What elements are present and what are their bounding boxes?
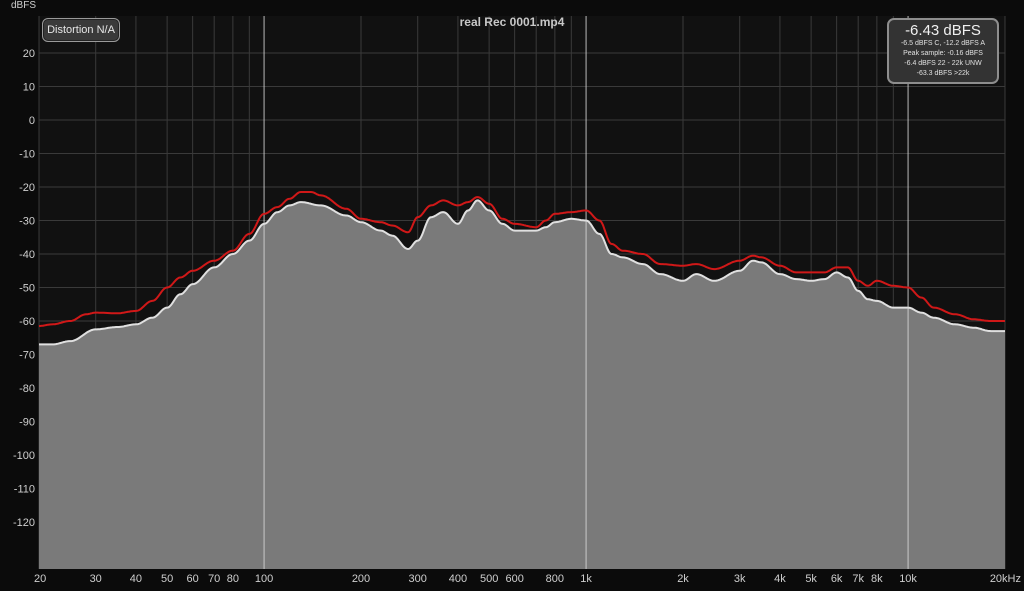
y-tick-label: -30 <box>19 216 35 228</box>
y-tick-label: -50 <box>19 283 35 295</box>
level-readout-panel: -6.43 dBFS -6.5 dBFS C, -12.2 dBFS A Pea… <box>887 18 999 84</box>
x-tick-label: 300 <box>409 573 427 585</box>
y-tick-label: -60 <box>19 316 35 328</box>
y-tick-label: -40 <box>19 249 35 261</box>
y-tick-label: -90 <box>19 417 35 429</box>
y-tick-label: -70 <box>19 350 35 362</box>
x-tick-label: 60 <box>187 573 199 585</box>
spectrum-chart: 20100-10-20-30-40-50-60-70-80-90-100-110… <box>13 16 1021 585</box>
x-tick-label: 600 <box>505 573 523 585</box>
x-tick-label: 20kHz <box>990 573 1021 585</box>
y-tick-label: -120 <box>13 517 35 529</box>
x-tick-label: 400 <box>449 573 467 585</box>
x-tick-label: 800 <box>546 573 564 585</box>
level-readout-line: -63.3 dBFS >22k <box>916 70 970 77</box>
x-tick-label: 1k <box>580 573 592 585</box>
y-tick-label: -80 <box>19 383 35 395</box>
level-readout-line: -6.4 dBFS 22 - 22k UNW <box>904 60 982 67</box>
x-tick-label: 80 <box>227 573 239 585</box>
x-tick-label: 7k <box>852 573 864 585</box>
y-tick-label: -10 <box>19 149 35 161</box>
x-tick-label: 30 <box>90 573 102 585</box>
x-tick-label: 6k <box>831 573 843 585</box>
x-tick-label: 2k <box>677 573 689 585</box>
x-tick-label: 4k <box>774 573 786 585</box>
x-tick-label: 40 <box>130 573 142 585</box>
level-readout-line: Peak sample: -0.16 dBFS <box>903 50 983 57</box>
y-tick-label: 10 <box>23 82 35 94</box>
x-axis-ticks: 20 30 40 50 60 70 80 100 200 300 400 500 600 800 1k 2k 3… <box>34 573 1021 585</box>
x-tick-label: 20 <box>34 573 46 585</box>
y-tick-label: 20 <box>23 48 35 60</box>
x-tick-label: 50 <box>161 573 173 585</box>
level-readout-line: -6.5 dBFS C, -12.2 dBFS A <box>900 40 986 47</box>
x-tick-label: 3k <box>734 573 746 585</box>
y-tick-label: -110 <box>14 484 35 496</box>
x-tick-label: 200 <box>352 573 370 585</box>
x-tick-label: 70 <box>208 573 220 585</box>
x-tick-label: 10k <box>899 573 917 585</box>
x-tick-label: 500 <box>480 573 498 585</box>
x-tick-label: 5k <box>805 573 817 585</box>
x-tick-label: 8k <box>871 573 883 585</box>
distortion-button[interactable]: Distortion N/A <box>42 18 120 42</box>
chart-title: real Rec 0001.mp4 <box>459 15 565 29</box>
y-tick-label: 0 <box>29 115 35 127</box>
y-tick-label: -20 <box>19 182 35 194</box>
x-tick-label: 100 <box>255 573 273 585</box>
y-axis-ticks: 20 10 0 -10 -20 -30 -40 -50 -60 -70 -80 -90 -100 -110… <box>13 48 35 529</box>
y-axis-unit-label: dBFS <box>11 0 37 11</box>
level-readout-main: -6.43 dBFS <box>905 22 981 39</box>
y-tick-label: -100 <box>13 450 35 462</box>
